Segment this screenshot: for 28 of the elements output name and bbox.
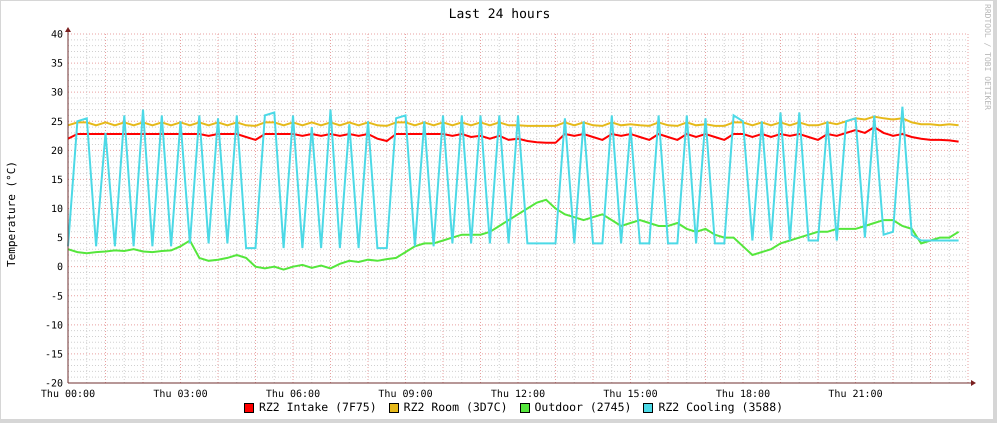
y-tick-label: -10: [44, 320, 63, 332]
legend-label: RZ2 Intake (7F75): [258, 402, 377, 414]
x-tick-label: Thu 00:00: [40, 389, 96, 400]
credit-text: RRDTOOL / TOBI OETIKER: [983, 4, 991, 110]
x-tick-label: Thu 15:00: [603, 389, 658, 400]
chart-title: Last 24 hours: [448, 8, 550, 20]
x-tick-label: Thu 06:00: [266, 389, 320, 400]
y-tick-label: -20: [44, 378, 63, 390]
y-tick-label: -5: [50, 291, 63, 302]
y-tick-label: 25: [50, 116, 63, 128]
legend-label: Outdoor (2745): [534, 402, 632, 414]
y-tick-label: 0: [56, 262, 63, 274]
y-tick-label: 10: [50, 204, 63, 215]
x-tick-label: Thu 18:00: [716, 389, 770, 400]
y-tick-label: -15: [44, 349, 63, 360]
x-tick-label: Thu 09:00: [378, 389, 433, 400]
y-tick-label: 40: [50, 30, 63, 40]
y-axis-label: Temperature (°C): [6, 161, 16, 267]
y-tick-label: 30: [50, 88, 63, 99]
y-tick-label: 5: [56, 233, 63, 244]
legend-label: RZ2 Room (3D7C): [404, 402, 508, 414]
x-tick-label: Thu 21:00: [828, 389, 883, 400]
legend-label: RZ2 Cooling (3588): [658, 402, 784, 414]
y-tick-label: 20: [50, 146, 63, 157]
y-tick-label: 15: [50, 174, 63, 186]
y-tick-label: 35: [50, 58, 63, 70]
x-tick-label: Thu 03:00: [153, 389, 208, 400]
x-tick-label: Thu 12:00: [490, 389, 546, 400]
